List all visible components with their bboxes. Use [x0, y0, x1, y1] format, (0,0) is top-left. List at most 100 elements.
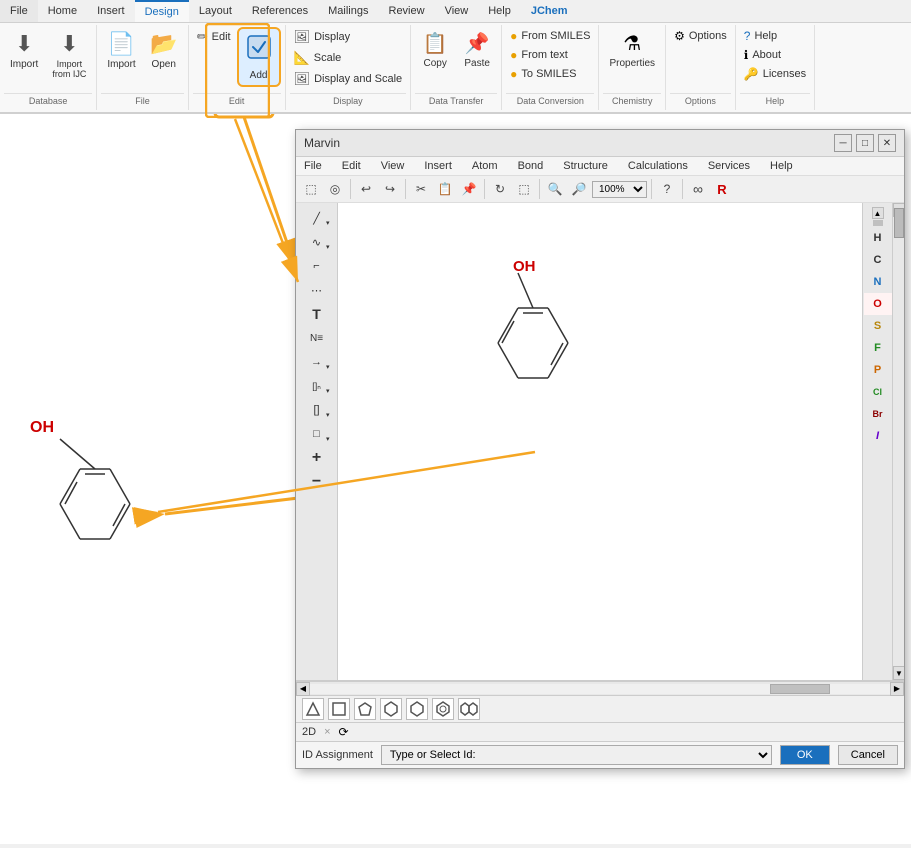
bracket-tool[interactable]: []: [302, 399, 332, 421]
element-F[interactable]: F: [864, 337, 892, 359]
marvin-menu-structure[interactable]: Structure: [559, 159, 612, 173]
open-button[interactable]: 📂 Open: [144, 27, 184, 74]
element-I[interactable]: I: [864, 425, 892, 447]
help-button[interactable]: ? Help: [740, 27, 810, 45]
import-file-button[interactable]: 📄 Import: [101, 27, 141, 74]
right-scroll-up[interactable]: ▲: [872, 207, 884, 219]
marvin-menu-calculations[interactable]: Calculations: [624, 159, 692, 173]
element-Br[interactable]: Br: [864, 403, 892, 425]
id-select[interactable]: Type or Select Id:: [381, 745, 772, 765]
edit-small-button[interactable]: ✏ Edit: [193, 27, 235, 47]
vscroll-thumb[interactable]: [894, 208, 904, 238]
close-button[interactable]: ✕: [878, 134, 896, 152]
minus-tool[interactable]: −: [302, 471, 332, 493]
tab-design[interactable]: Design: [135, 0, 189, 22]
to-smiles-button[interactable]: ● To SMILES: [506, 65, 594, 83]
shape-triangle[interactable]: [302, 698, 324, 720]
text-tool[interactable]: T: [302, 303, 332, 325]
marvin-menu-edit[interactable]: Edit: [338, 159, 365, 173]
tab-insert[interactable]: Insert: [87, 0, 135, 22]
marvin-menu-atom[interactable]: Atom: [468, 159, 502, 173]
minimize-button[interactable]: ─: [834, 134, 852, 152]
tab-mailings[interactable]: Mailings: [318, 0, 378, 22]
tab-references[interactable]: References: [242, 0, 318, 22]
from-text-button[interactable]: ● From text: [506, 46, 594, 64]
help-tool-button[interactable]: ?: [656, 178, 678, 200]
shape-square[interactable]: [328, 698, 350, 720]
options-button[interactable]: ⚙ Options: [670, 27, 731, 45]
from-text-label: From text: [521, 49, 567, 61]
scale-button[interactable]: 📐 Scale: [290, 48, 407, 68]
bracket-n-tool[interactable]: []ₙ: [302, 375, 332, 397]
bond-tool[interactable]: ╱: [302, 207, 332, 229]
add-plus-tool[interactable]: +: [302, 447, 332, 469]
undo-button[interactable]: ↩: [355, 178, 377, 200]
hscroll-left[interactable]: ◀: [296, 682, 310, 696]
tab-view[interactable]: View: [435, 0, 479, 22]
element-P[interactable]: P: [864, 359, 892, 381]
tab-home[interactable]: Home: [38, 0, 87, 22]
shape-pentagon6[interactable]: [380, 698, 402, 720]
about-button[interactable]: ℹ About: [740, 46, 810, 64]
chain-tool[interactable]: ∞: [687, 178, 709, 200]
arrow-tool[interactable]: →: [302, 351, 332, 373]
copy-button[interactable]: 📋 Copy: [415, 27, 455, 73]
marvin-menu-insert[interactable]: Insert: [420, 159, 456, 173]
import-ijc-button[interactable]: ⬇ Importfrom IJC: [46, 27, 92, 83]
paste-button[interactable]: 📌 Paste: [457, 27, 497, 73]
hscroll-thumb[interactable]: [770, 684, 830, 694]
tab-layout[interactable]: Layout: [189, 0, 242, 22]
element-S[interactable]: S: [864, 315, 892, 337]
shape-pentagon5[interactable]: [354, 698, 376, 720]
element-Cl[interactable]: Cl: [864, 381, 892, 403]
marvin-menu-file[interactable]: File: [300, 159, 326, 173]
zoom-out-button[interactable]: 🔎: [568, 178, 590, 200]
cancel-button[interactable]: Cancel: [838, 745, 898, 765]
r-group-tool[interactable]: R: [711, 178, 733, 200]
numbered-list-tool[interactable]: N≡: [302, 327, 332, 349]
zoom-in-button[interactable]: 🔍: [544, 178, 566, 200]
tab-jchem[interactable]: JChem: [521, 0, 578, 22]
element-O[interactable]: O: [864, 293, 892, 315]
marvin-menu-services[interactable]: Services: [704, 159, 754, 173]
marvin-menu-bond[interactable]: Bond: [514, 159, 548, 173]
marvin-scrollbar-v[interactable]: ▲ ▼: [892, 203, 904, 680]
vscroll-down[interactable]: ▼: [893, 666, 904, 680]
import-button[interactable]: ⬇ Import: [4, 27, 44, 74]
shape-double-ring[interactable]: [458, 698, 480, 720]
lasso-tool[interactable]: ◎: [324, 178, 346, 200]
erase-tool[interactable]: ⌐: [302, 255, 332, 277]
tab-review[interactable]: Review: [379, 0, 435, 22]
paste-tool-button[interactable]: 📌: [458, 178, 480, 200]
marvin-menu-view[interactable]: View: [377, 159, 409, 173]
marvin-menu-help[interactable]: Help: [766, 159, 797, 173]
chain-bond-tool[interactable]: ∿: [302, 231, 332, 253]
cut-button[interactable]: ✂: [410, 178, 432, 200]
element-H[interactable]: H: [864, 227, 892, 249]
ok-button[interactable]: OK: [780, 745, 830, 765]
copy-tool-button[interactable]: 📋: [434, 178, 456, 200]
element-C[interactable]: C: [864, 249, 892, 271]
element-N[interactable]: N: [864, 271, 892, 293]
marvin-canvas[interactable]: OH: [338, 203, 862, 680]
tab-file[interactable]: File: [0, 0, 38, 22]
dashed-tool[interactable]: ⋯: [302, 279, 332, 301]
tab-help[interactable]: Help: [478, 0, 521, 22]
rotate-button[interactable]: ↻: [489, 178, 511, 200]
selection-tool[interactable]: ⬚: [300, 178, 322, 200]
zoom-select[interactable]: 100% 50% 150% 200%: [592, 181, 647, 198]
shape-rect-tool[interactable]: □: [302, 423, 332, 445]
display-scale-button[interactable]: 🖼 Display and Scale: [290, 69, 407, 89]
shape-hexagon[interactable]: [406, 698, 428, 720]
display-button[interactable]: 🖼 Display: [290, 27, 407, 47]
mirror-button[interactable]: ⬚: [513, 178, 535, 200]
refresh-button[interactable]: ⟳: [339, 725, 349, 739]
maximize-button[interactable]: □: [856, 134, 874, 152]
licenses-button[interactable]: 🔑 Licenses: [740, 65, 810, 83]
hscroll-right[interactable]: ▶: [890, 682, 904, 696]
from-smiles-button[interactable]: ● From SMILES: [506, 27, 594, 45]
add-button[interactable]: Add: [237, 27, 281, 87]
redo-button[interactable]: ↪: [379, 178, 401, 200]
properties-button[interactable]: ⚗ Properties: [603, 27, 661, 73]
shape-benzene[interactable]: [432, 698, 454, 720]
